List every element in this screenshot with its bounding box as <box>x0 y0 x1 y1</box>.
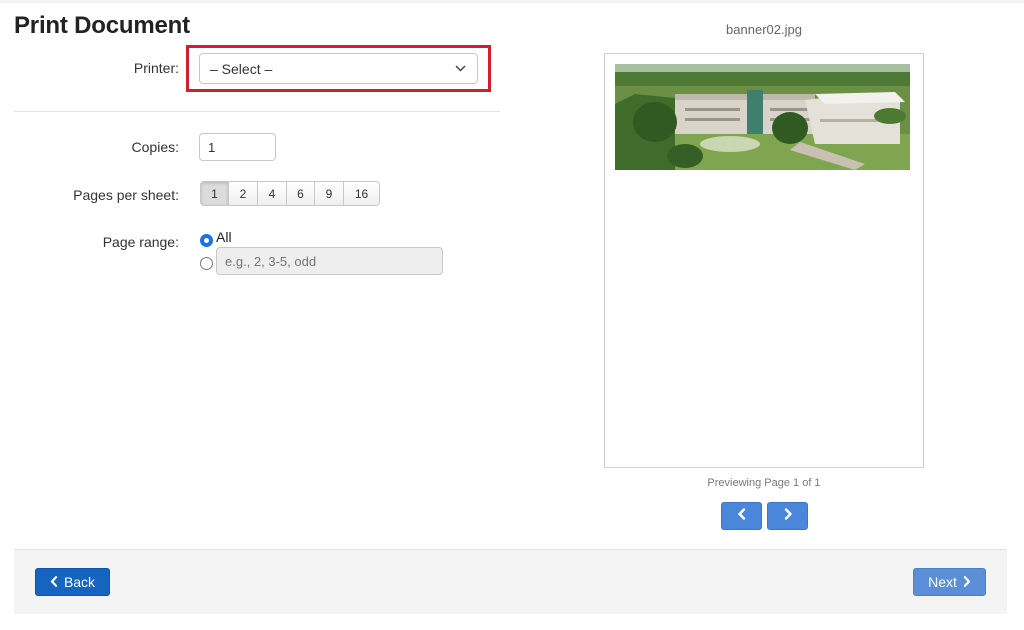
chevron-down-icon <box>453 62 467 76</box>
next-button-label: Next <box>928 574 957 590</box>
back-button[interactable]: Back <box>35 568 110 596</box>
pages-per-sheet-label: Pages per sheet: <box>73 187 179 203</box>
back-button-label: Back <box>63 574 96 590</box>
preview-image <box>615 64 910 170</box>
preview-next-button[interactable] <box>767 502 808 530</box>
printer-select[interactable]: – Select – <box>199 53 478 84</box>
pages-per-sheet-option-2[interactable]: 2 <box>229 182 258 205</box>
preview-prev-button[interactable] <box>721 502 762 530</box>
preview-file-name: banner02.jpg <box>726 22 802 37</box>
chevron-right-icon <box>963 574 971 590</box>
copies-input[interactable] <box>199 133 276 161</box>
page-title: Print Document <box>14 12 190 39</box>
printer-select-value: – Select – <box>210 60 273 77</box>
page-range-input[interactable] <box>216 247 443 275</box>
pages-per-sheet-option-4[interactable]: 4 <box>258 182 287 205</box>
next-button[interactable]: Next <box>913 568 986 596</box>
chevron-left-icon <box>50 574 58 590</box>
pages-per-sheet-option-1[interactable]: 1 <box>201 182 229 205</box>
page-range-all-radio[interactable] <box>200 234 213 247</box>
copies-label: Copies: <box>131 139 179 155</box>
page-range-label: Page range: <box>102 234 179 250</box>
page-range-custom-radio[interactable] <box>200 257 213 270</box>
section-divider <box>14 111 500 112</box>
top-strip <box>0 0 1024 3</box>
pages-per-sheet-option-9[interactable]: 9 <box>315 182 344 205</box>
preview-caption: Previewing Page 1 of 1 <box>707 477 821 489</box>
chevron-left-icon <box>737 507 747 525</box>
pages-per-sheet-group: 1 2 4 6 9 16 <box>200 181 380 206</box>
footer-bar <box>14 549 1007 614</box>
printer-label: Printer: <box>133 60 179 76</box>
page-range-all-label: All <box>216 229 232 245</box>
pages-per-sheet-option-16[interactable]: 16 <box>344 182 379 205</box>
pages-per-sheet-option-6[interactable]: 6 <box>287 182 315 205</box>
chevron-right-icon <box>783 507 793 525</box>
